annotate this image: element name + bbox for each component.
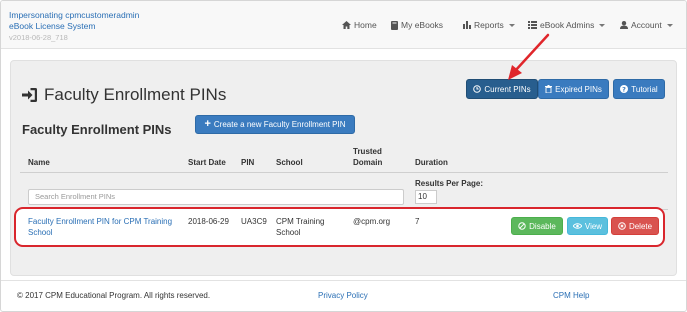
pin-school-line1: CPM Training bbox=[276, 217, 325, 226]
col-header-trusted-domain[interactable]: Trusted Domain bbox=[353, 146, 382, 168]
pin-name-line1: Faculty Enrollment PIN for CPM Training bbox=[28, 217, 173, 226]
tutorial-label: Tutorial bbox=[631, 84, 658, 94]
eye-icon bbox=[572, 223, 582, 229]
col-header-pin[interactable]: PIN bbox=[241, 157, 254, 168]
sign-in-icon bbox=[22, 87, 38, 103]
section-title: Faculty Enrollment PINs bbox=[22, 122, 172, 137]
create-pin-button[interactable]: + Create a new Faculty Enrollment PIN bbox=[195, 115, 355, 134]
cpm-help-link[interactable]: CPM Help bbox=[553, 291, 589, 300]
delete-button[interactable]: Delete bbox=[611, 217, 659, 235]
top-navbar: Impersonating cpmcustomeradmin eBook Lic… bbox=[1, 1, 686, 49]
times-circle-icon bbox=[618, 222, 626, 230]
svg-text:?: ? bbox=[622, 85, 626, 93]
nav-home-label: Home bbox=[354, 20, 377, 30]
nav-my-ebooks-label: My eBooks bbox=[401, 20, 444, 30]
tutorial-button[interactable]: ? Tutorial bbox=[613, 79, 665, 99]
nav-ebook-admins-dropdown[interactable]: eBook Admins bbox=[528, 20, 606, 30]
nav-home[interactable]: Home bbox=[342, 20, 377, 30]
current-pins-button[interactable]: Current PINs bbox=[466, 79, 538, 99]
user-icon bbox=[620, 21, 628, 29]
results-per-page-label: Results Per Page: bbox=[415, 179, 484, 188]
chevron-down-icon bbox=[599, 23, 606, 27]
pin-duration: 7 bbox=[415, 217, 420, 226]
pin-name-link[interactable]: Faculty Enrollment PIN for CPM Training … bbox=[28, 216, 172, 238]
nav-account-label: Account bbox=[631, 20, 662, 30]
pin-start-date: 2018-06-29 bbox=[188, 217, 229, 226]
version-label: v2018-06-28_718 bbox=[9, 33, 68, 42]
col-header-trusted-domain-line2: Domain bbox=[353, 158, 383, 167]
nav-reports-dropdown[interactable]: Reports bbox=[463, 20, 515, 30]
search-input[interactable]: Search Enrollment PINs bbox=[28, 189, 404, 205]
plus-icon: + bbox=[204, 118, 211, 130]
footer-copyright: © 2017 CPM Educational Program. All righ… bbox=[17, 291, 211, 300]
col-header-trusted-domain-line1: Trusted bbox=[353, 147, 382, 156]
results-per-page-input[interactable]: 10 bbox=[415, 190, 437, 204]
col-header-start-date[interactable]: Start Date bbox=[188, 157, 226, 168]
pin-name-line2: School bbox=[28, 228, 53, 237]
col-header-school[interactable]: School bbox=[276, 157, 303, 168]
delete-label: Delete bbox=[628, 221, 653, 231]
expired-pins-label: Expired PINs bbox=[555, 84, 602, 94]
bar-chart-icon bbox=[463, 21, 471, 29]
chevron-down-icon bbox=[508, 23, 515, 27]
pin-school: CPM Training School bbox=[276, 216, 324, 238]
impersonation-info: Impersonating cpmcustomeradmin eBook Lic… bbox=[9, 10, 139, 43]
system-name-link[interactable]: eBook License System bbox=[9, 21, 139, 32]
pin-school-line2: School bbox=[276, 228, 301, 237]
privacy-policy-link[interactable]: Privacy Policy bbox=[318, 291, 368, 300]
pin-trusted-domain: @cpm.org bbox=[353, 217, 391, 226]
page-title-text: Faculty Enrollment PINs bbox=[44, 85, 227, 104]
page-title: Faculty Enrollment PINs bbox=[22, 85, 226, 105]
clock-icon bbox=[473, 85, 482, 93]
header-divider bbox=[20, 172, 668, 173]
nav-reports-label: Reports bbox=[474, 20, 504, 30]
view-button[interactable]: View bbox=[567, 217, 608, 235]
list-icon bbox=[528, 21, 537, 29]
nav-account-dropdown[interactable]: Account bbox=[620, 20, 673, 30]
home-icon bbox=[342, 21, 351, 29]
current-pins-label: Current PINs bbox=[484, 84, 531, 94]
impersonating-link[interactable]: Impersonating cpmcustomeradmin bbox=[9, 10, 139, 21]
app-window: Impersonating cpmcustomeradmin eBook Lic… bbox=[0, 0, 687, 312]
book-icon bbox=[391, 20, 398, 30]
pin-code: UA3C9 bbox=[241, 217, 267, 226]
disable-button[interactable]: Disable bbox=[511, 217, 563, 235]
expired-pins-button[interactable]: Expired PINs bbox=[538, 79, 609, 99]
col-header-name[interactable]: Name bbox=[28, 157, 50, 168]
disable-label: Disable bbox=[529, 221, 556, 231]
nav-my-ebooks[interactable]: My eBooks bbox=[391, 20, 443, 30]
question-circle-icon: ? bbox=[620, 85, 629, 93]
trash-icon bbox=[545, 85, 553, 93]
footer-divider bbox=[1, 280, 686, 281]
view-label: View bbox=[584, 221, 603, 231]
nav-ebook-admins-label: eBook Admins bbox=[540, 20, 595, 30]
create-pin-label: Create a new Faculty Enrollment PIN bbox=[213, 120, 346, 129]
chevron-down-icon bbox=[666, 23, 673, 27]
col-header-duration[interactable]: Duration bbox=[415, 157, 448, 168]
ban-icon bbox=[518, 222, 526, 230]
